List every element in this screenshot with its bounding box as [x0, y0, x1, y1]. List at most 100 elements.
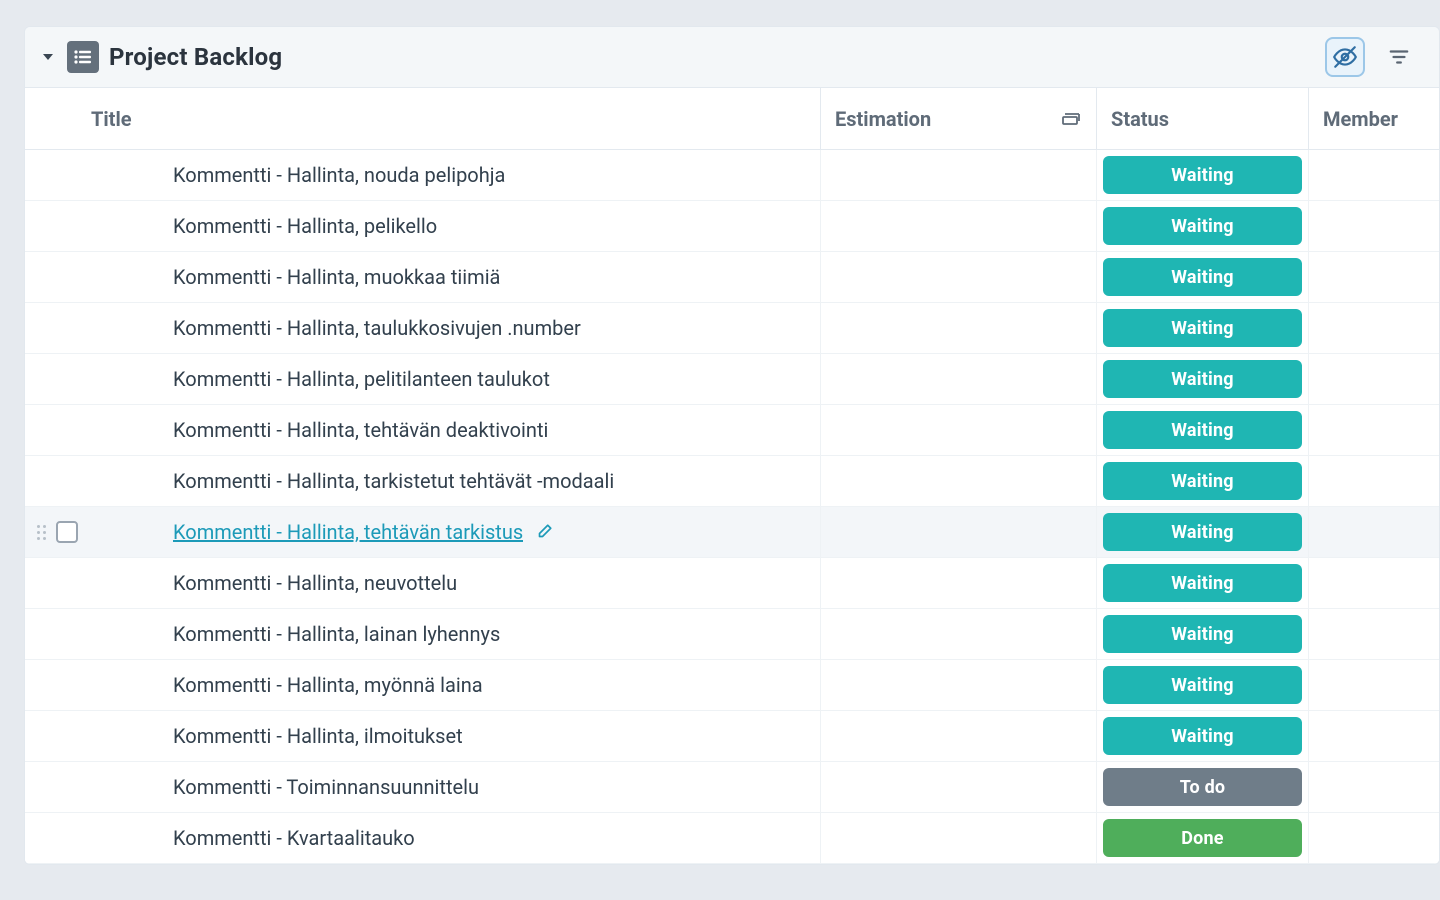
- cell-member[interactable]: [1309, 252, 1439, 302]
- cell-status[interactable]: Waiting: [1097, 711, 1309, 761]
- cell-title[interactable]: Kommentti - Hallinta, pelitilanteen taul…: [25, 354, 821, 404]
- cell-member[interactable]: [1309, 711, 1439, 761]
- cell-estimation[interactable]: [821, 201, 1097, 251]
- task-title[interactable]: Kommentti - Kvartaalitauko: [173, 826, 415, 850]
- task-title[interactable]: Kommentti - Toiminnansuunnittelu: [173, 775, 479, 799]
- cell-status[interactable]: Waiting: [1097, 660, 1309, 710]
- cell-title[interactable]: Kommentti - Hallinta, tarkistetut tehtäv…: [25, 456, 821, 506]
- status-badge[interactable]: Waiting: [1103, 411, 1302, 449]
- cell-status[interactable]: To do: [1097, 762, 1309, 812]
- row-checkbox[interactable]: [56, 521, 78, 543]
- status-badge[interactable]: Waiting: [1103, 156, 1302, 194]
- cell-status[interactable]: Waiting: [1097, 303, 1309, 353]
- cell-estimation[interactable]: [821, 813, 1097, 863]
- status-badge[interactable]: Waiting: [1103, 360, 1302, 398]
- edit-icon[interactable]: [535, 523, 553, 541]
- cell-estimation[interactable]: [821, 711, 1097, 761]
- cell-estimation[interactable]: [821, 354, 1097, 404]
- status-badge[interactable]: Waiting: [1103, 309, 1302, 347]
- cell-title[interactable]: Kommentti - Hallinta, ilmoitukset: [25, 711, 821, 761]
- cell-member[interactable]: [1309, 813, 1439, 863]
- cell-estimation[interactable]: [821, 558, 1097, 608]
- cell-status[interactable]: Waiting: [1097, 150, 1309, 200]
- task-title[interactable]: Kommentti - Hallinta, myönnä laina: [173, 673, 483, 697]
- task-title[interactable]: Kommentti - Hallinta, tehtävän deaktivoi…: [173, 418, 548, 442]
- status-badge[interactable]: Waiting: [1103, 717, 1302, 755]
- cell-member[interactable]: [1309, 354, 1439, 404]
- cell-member[interactable]: [1309, 507, 1439, 557]
- cell-title[interactable]: Kommentti - Hallinta, taulukkosivujen .n…: [25, 303, 821, 353]
- cell-estimation[interactable]: [821, 303, 1097, 353]
- cell-member[interactable]: [1309, 405, 1439, 455]
- status-badge[interactable]: Waiting: [1103, 615, 1302, 653]
- task-title[interactable]: Kommentti - Hallinta, ilmoitukset: [173, 724, 463, 748]
- cell-title[interactable]: Kommentti - Hallinta, lainan lyhennys: [25, 609, 821, 659]
- cell-status[interactable]: Waiting: [1097, 354, 1309, 404]
- table-row[interactable]: Kommentti - Hallinta, pelikello Waiting: [25, 201, 1439, 252]
- cell-title[interactable]: Kommentti - Hallinta, tehtävän tarkistus: [25, 507, 821, 557]
- table-row[interactable]: Kommentti - Hallinta, myönnä laina Waitin…: [25, 660, 1439, 711]
- table-row[interactable]: Kommentti - Toiminnansuunnittelu To do: [25, 762, 1439, 813]
- cell-status[interactable]: Waiting: [1097, 405, 1309, 455]
- cell-member[interactable]: [1309, 150, 1439, 200]
- task-title[interactable]: Kommentti - Hallinta, lainan lyhennys: [173, 622, 500, 646]
- status-badge[interactable]: Waiting: [1103, 564, 1302, 602]
- cell-member[interactable]: [1309, 609, 1439, 659]
- visibility-toggle-icon[interactable]: [1325, 37, 1365, 77]
- task-title[interactable]: Kommentti - Hallinta, pelitilanteen taul…: [173, 367, 550, 391]
- table-row[interactable]: Kommentti - Hallinta, taulukkosivujen .n…: [25, 303, 1439, 354]
- status-badge[interactable]: Done: [1103, 819, 1302, 857]
- cell-status[interactable]: Done: [1097, 813, 1309, 863]
- cell-member[interactable]: [1309, 303, 1439, 353]
- cell-member[interactable]: [1309, 762, 1439, 812]
- filter-icon[interactable]: [1379, 37, 1419, 77]
- estimation-config-icon[interactable]: [1062, 113, 1080, 125]
- status-badge[interactable]: Waiting: [1103, 666, 1302, 704]
- cell-member[interactable]: [1309, 558, 1439, 608]
- cell-estimation[interactable]: [821, 762, 1097, 812]
- cell-status[interactable]: Waiting: [1097, 201, 1309, 251]
- task-title[interactable]: Kommentti - Hallinta, taulukkosivujen .n…: [173, 316, 581, 340]
- status-badge[interactable]: Waiting: [1103, 258, 1302, 296]
- cell-title[interactable]: Kommentti - Hallinta, nouda pelipohja: [25, 150, 821, 200]
- task-title[interactable]: Kommentti - Hallinta, pelikello: [173, 214, 437, 238]
- task-title[interactable]: Kommentti - Hallinta, nouda pelipohja: [173, 163, 505, 187]
- cell-estimation[interactable]: [821, 405, 1097, 455]
- table-row[interactable]: Kommentti - Hallinta, tehtävän deaktivoi…: [25, 405, 1439, 456]
- status-badge[interactable]: To do: [1103, 768, 1302, 806]
- cell-status[interactable]: Waiting: [1097, 558, 1309, 608]
- cell-estimation[interactable]: [821, 507, 1097, 557]
- cell-status[interactable]: Waiting: [1097, 609, 1309, 659]
- cell-status[interactable]: Waiting: [1097, 456, 1309, 506]
- cell-title[interactable]: Kommentti - Hallinta, myönnä laina: [25, 660, 821, 710]
- table-row[interactable]: Kommentti - Hallinta, ilmoitukset Waiting: [25, 711, 1439, 762]
- cell-title[interactable]: Kommentti - Hallinta, tehtävän deaktivoi…: [25, 405, 821, 455]
- task-title[interactable]: Kommentti - Hallinta, tehtävän tarkistus: [173, 520, 523, 544]
- cell-title[interactable]: Kommentti - Toiminnansuunnittelu: [25, 762, 821, 812]
- table-row[interactable]: Kommentti - Hallinta, tarkistetut tehtäv…: [25, 456, 1439, 507]
- cell-estimation[interactable]: [821, 609, 1097, 659]
- status-badge[interactable]: Waiting: [1103, 462, 1302, 500]
- cell-title[interactable]: Kommentti - Kvartaalitauko: [25, 813, 821, 863]
- task-title[interactable]: Kommentti - Hallinta, neuvottelu: [173, 571, 457, 595]
- cell-estimation[interactable]: [821, 660, 1097, 710]
- cell-member[interactable]: [1309, 456, 1439, 506]
- cell-status[interactable]: Waiting: [1097, 252, 1309, 302]
- table-row[interactable]: Kommentti - Hallinta, muokkaa tiimiä Wait…: [25, 252, 1439, 303]
- cell-title[interactable]: Kommentti - Hallinta, muokkaa tiimiä: [25, 252, 821, 302]
- cell-title[interactable]: Kommentti - Hallinta, pelikello: [25, 201, 821, 251]
- status-badge[interactable]: Waiting: [1103, 513, 1302, 551]
- table-row[interactable]: Kommentti - Hallinta, pelitilanteen taul…: [25, 354, 1439, 405]
- table-row[interactable]: Kommentti - Hallinta, neuvottelu Waiting: [25, 558, 1439, 609]
- cell-estimation[interactable]: [821, 150, 1097, 200]
- column-header-title[interactable]: Title: [25, 88, 821, 149]
- cell-member[interactable]: [1309, 660, 1439, 710]
- table-row[interactable]: Kommentti - Hallinta, lainan lyhennys Wai…: [25, 609, 1439, 660]
- cell-estimation[interactable]: [821, 456, 1097, 506]
- column-header-estimation[interactable]: Estimation: [821, 88, 1097, 149]
- table-row[interactable]: Kommentti - Kvartaalitauko Done: [25, 813, 1439, 864]
- cell-status[interactable]: Waiting: [1097, 507, 1309, 557]
- cell-title[interactable]: Kommentti - Hallinta, neuvottelu: [25, 558, 821, 608]
- table-row[interactable]: Kommentti - Hallinta, tehtävän tarkistus…: [25, 507, 1439, 558]
- column-header-status[interactable]: Status: [1097, 88, 1309, 149]
